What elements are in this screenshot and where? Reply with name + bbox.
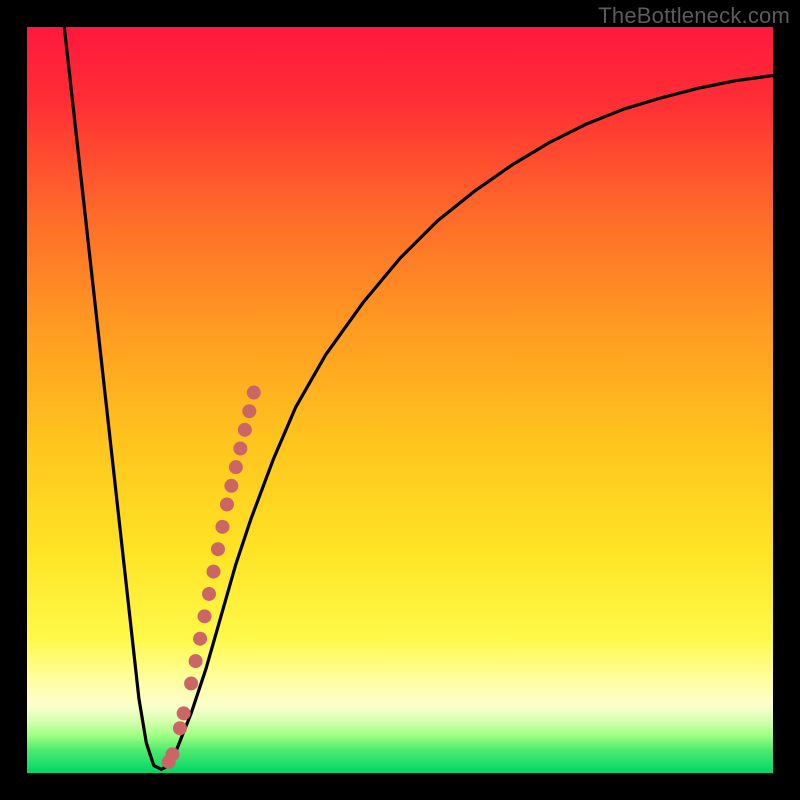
chart-svg: [27, 27, 773, 773]
data-dot: [215, 520, 229, 534]
data-dot: [193, 632, 207, 646]
data-dot: [198, 609, 212, 623]
gradient-background: [27, 27, 773, 773]
data-dot: [177, 706, 191, 720]
data-dot: [247, 386, 261, 400]
data-dot: [202, 587, 216, 601]
data-dot: [233, 441, 247, 455]
chart-frame: TheBottleneck.com: [0, 0, 800, 800]
watermark-label: TheBottleneck.com: [598, 3, 790, 29]
data-dot: [224, 479, 238, 493]
data-dot: [184, 676, 198, 690]
plot-area: [27, 27, 773, 773]
data-dot: [238, 423, 252, 437]
data-dot: [229, 460, 243, 474]
data-dot: [211, 542, 225, 556]
data-dot: [242, 404, 256, 418]
data-dot: [220, 497, 234, 511]
data-dot: [189, 654, 203, 668]
data-dot: [173, 721, 187, 735]
data-dot: [165, 747, 179, 761]
data-dot: [207, 565, 221, 579]
